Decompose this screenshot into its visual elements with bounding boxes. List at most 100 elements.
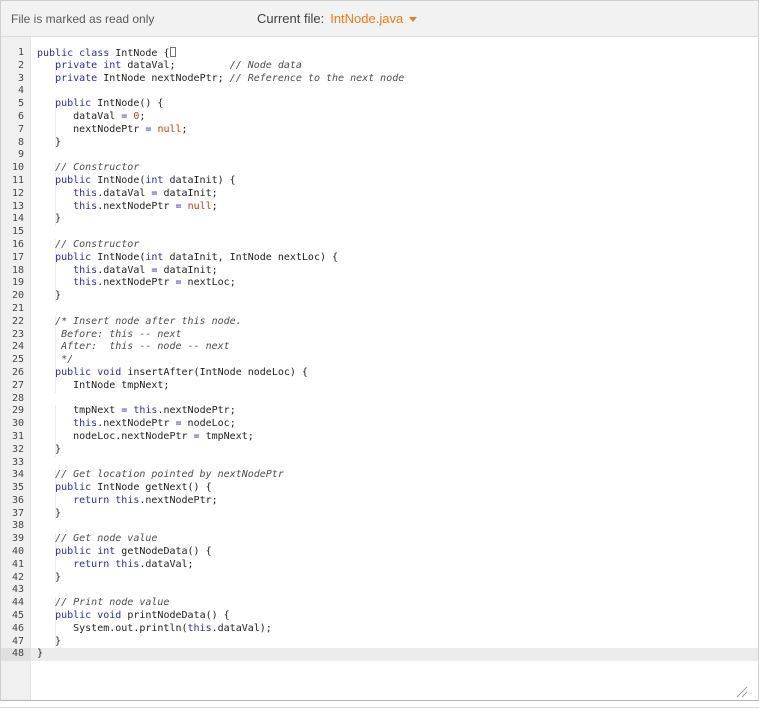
code-line[interactable]	[31, 457, 758, 470]
code-token: return	[73, 558, 110, 570]
code-line[interactable]: nextNodePtr = null;	[31, 123, 758, 137]
code-line[interactable]: }	[31, 571, 758, 585]
code-token: tmpNext;	[199, 430, 254, 442]
code-token: .nextNodePtr	[97, 277, 176, 289]
code-line[interactable]: nodeLoc.nextNodePtr = tmpNext;	[31, 430, 758, 444]
code-line[interactable]: public IntNode(int dataInit, IntNode nex…	[31, 251, 758, 265]
code-token: After: this -- node -- next	[37, 341, 230, 353]
code-line[interactable]: }	[31, 213, 758, 227]
line-number: 41	[11, 558, 24, 570]
indent-guide	[55, 315, 57, 329]
code-line[interactable]: // Print node value	[31, 597, 758, 611]
code-token: getNodeData() {	[115, 546, 212, 558]
code-line[interactable]	[31, 393, 758, 406]
code-token: }	[37, 648, 44, 660]
code-line[interactable]: After: this -- node -- next	[31, 341, 758, 355]
line-number: 2	[17, 59, 24, 71]
indent-guide	[55, 110, 57, 124]
text-cursor	[170, 47, 177, 57]
code-line[interactable]	[31, 149, 758, 162]
code-token: dataInit) {	[163, 174, 236, 186]
code-line[interactable]: tmpNext = this.nextNodePtr;	[31, 405, 758, 419]
line-number: 5	[17, 98, 24, 110]
code-line[interactable]: return this.dataVal;	[31, 558, 758, 572]
line-number: 21	[11, 302, 24, 314]
code-line[interactable]: */	[31, 354, 758, 367]
indent-guide	[55, 123, 57, 137]
file-selector[interactable]: Current file: IntNode.java	[257, 11, 418, 26]
code-line[interactable]: return this.nextNodePtr;	[31, 494, 758, 508]
code-line[interactable]: }	[31, 507, 758, 521]
line-number: 1	[17, 47, 24, 58]
code-token: int	[145, 251, 164, 263]
code-line[interactable]	[31, 85, 758, 98]
line-number: 17	[11, 251, 24, 263]
code-line[interactable]: Before: this -- next	[31, 328, 758, 342]
line-number: 20	[11, 290, 24, 302]
code-line[interactable]: private IntNode nextNodePtr; // Referenc…	[31, 72, 758, 86]
line-number: 23	[11, 328, 24, 340]
code-line[interactable]: // Constructor	[31, 238, 758, 252]
code-line[interactable]	[31, 584, 758, 597]
code-line[interactable]: IntNode tmpNext;	[31, 379, 758, 393]
resize-handle[interactable]	[735, 685, 748, 698]
indent-guide	[55, 494, 57, 508]
code-line[interactable]: this.dataVal = dataInit;	[31, 187, 758, 201]
current-file-label: Current file:	[257, 11, 325, 26]
code-line[interactable]: this.nextNodePtr = nextLoc;	[31, 277, 758, 291]
code-token: this	[73, 418, 98, 430]
code-line[interactable]: this.nextNodePtr = nodeLoc;	[31, 418, 758, 431]
code-line[interactable]	[31, 226, 758, 239]
line-number: 31	[11, 430, 24, 442]
line-number: 24	[11, 341, 24, 353]
code-editor[interactable]: 1 2 3 4 5 6 7 8 9 10 11 12 13 14 15 16 17 18 19 20 21 22 23 24 2…	[1, 37, 758, 700]
code-token: this	[73, 187, 98, 199]
code-line[interactable]: }	[31, 648, 758, 662]
code-line[interactable]: }	[31, 136, 758, 150]
code-lines[interactable]: public class IntNode { private int dataV…	[31, 37, 758, 700]
code-token: int	[145, 174, 164, 186]
code-line[interactable]: }	[31, 635, 758, 649]
code-line[interactable]: public void insertAfter(IntNode nodeLoc)…	[31, 366, 758, 380]
line-number: 8	[17, 136, 24, 148]
code-token: nextLoc;	[181, 277, 236, 289]
code-line[interactable]	[31, 303, 758, 316]
indent-guide	[55, 290, 57, 303]
code-token: dataVal;	[121, 59, 230, 71]
code-line[interactable]: public IntNode() {	[31, 98, 758, 111]
code-line[interactable]: // Constructor	[31, 162, 758, 175]
code-line[interactable]: public IntNode(int dataInit) {	[31, 174, 758, 188]
read-only-notice: File is marked as read only	[11, 12, 155, 26]
code-token: // Reference to the next node	[229, 72, 405, 84]
code-line[interactable]: public IntNode getNext() {	[31, 482, 758, 495]
indent-guide	[55, 597, 57, 611]
line-number: 28	[11, 392, 24, 404]
code-token: public	[55, 366, 92, 378]
code-line[interactable]: this.nextNodePtr = null;	[31, 200, 758, 214]
code-line[interactable]: dataVal = 0;	[31, 110, 758, 124]
code-line[interactable]: // Get node value	[31, 533, 758, 547]
code-token: private	[55, 59, 98, 71]
code-line[interactable]: /* Insert node after this node.	[31, 315, 758, 329]
line-number: 30	[11, 418, 24, 430]
code-token: null	[157, 123, 182, 135]
line-number: 4	[17, 85, 24, 97]
code-line[interactable]	[31, 520, 758, 533]
code-token: private	[55, 72, 98, 84]
code-line[interactable]: }	[31, 443, 758, 457]
code-line[interactable]: this.dataVal = dataInit;	[31, 264, 758, 278]
code-token: // Constructor	[55, 162, 140, 174]
code-line[interactable]: // Get location pointed by nextNodePtr	[31, 469, 758, 483]
code-line[interactable]: }	[31, 290, 758, 303]
code-line[interactable]: public class IntNode {	[31, 47, 758, 60]
code-line[interactable]: public void printNodeData() {	[31, 610, 758, 623]
code-line[interactable]: public int getNodeData() {	[31, 546, 758, 559]
code-line[interactable]: System.out.println(this.dataVal);	[31, 622, 758, 636]
code-token: ;	[211, 200, 218, 212]
line-number: 48	[1, 648, 30, 662]
code-line[interactable]: private int dataVal; // Node data	[31, 59, 758, 73]
code-token: Before: this -- next	[37, 328, 182, 340]
